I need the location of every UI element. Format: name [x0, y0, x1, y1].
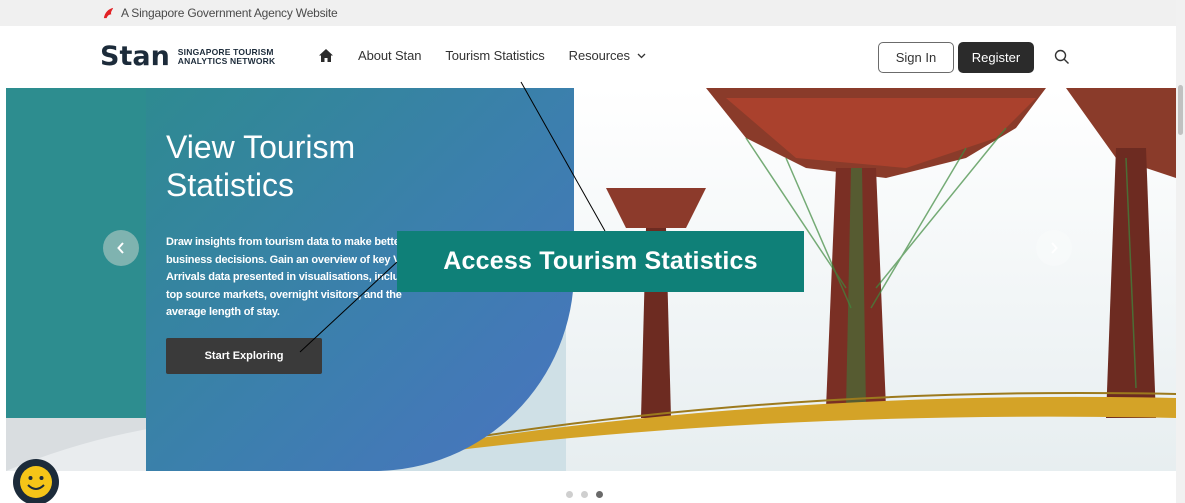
carousel-dot-3[interactable]: [596, 491, 603, 498]
main-nav: About Stan Tourism Statistics Resources: [318, 48, 670, 63]
carousel-prev-button[interactable]: [103, 230, 139, 266]
home-icon[interactable]: [318, 48, 334, 63]
nav-about-stan[interactable]: About Stan: [358, 48, 421, 63]
chevron-left-icon: [117, 242, 124, 254]
stan-logo[interactable]: Stan SINGAPORE TOURISM ANALYTICS NETWORK: [100, 41, 276, 72]
hero-title: View Tourism Statistics: [166, 129, 356, 203]
hero-description: Draw insights from tourism data to make …: [166, 236, 426, 318]
carousel-dot-2[interactable]: [581, 491, 588, 498]
sign-in-button[interactable]: Sign In: [878, 42, 954, 73]
gov-bar-text: A Singapore Government Agency Website: [121, 6, 338, 20]
feedback-button[interactable]: [13, 459, 59, 503]
logo-mark: Stan: [100, 41, 170, 72]
logo-subtitle: SINGAPORE TOURISM ANALYTICS NETWORK: [178, 48, 276, 66]
chevron-down-icon: [637, 53, 646, 59]
chevron-right-icon: [1051, 242, 1058, 254]
carousel-dot-1[interactable]: [566, 491, 573, 498]
nav-resources[interactable]: Resources: [569, 48, 647, 63]
scrollbar-thumb[interactable]: [1178, 85, 1183, 135]
register-button[interactable]: Register: [958, 42, 1034, 73]
annotation-callout: Access Tourism Statistics: [397, 231, 804, 292]
smiley-icon: [20, 466, 52, 498]
carousel-next-button[interactable]: [1036, 230, 1072, 266]
gov-bar: A Singapore Government Agency Website: [0, 0, 1176, 26]
search-icon[interactable]: [1054, 49, 1070, 65]
page-scrollbar[interactable]: [1176, 0, 1185, 503]
nav-resources-label: Resources: [568, 48, 630, 63]
lion-head-icon: [103, 7, 114, 18]
start-exploring-button[interactable]: Start Exploring: [166, 338, 322, 374]
logo-line-2: ANALYTICS NETWORK: [177, 56, 276, 66]
site-header: Stan SINGAPORE TOURISM ANALYTICS NETWORK…: [0, 26, 1176, 88]
nav-tourism-statistics[interactable]: Tourism Statistics: [445, 48, 544, 63]
carousel-dots: [566, 491, 603, 498]
